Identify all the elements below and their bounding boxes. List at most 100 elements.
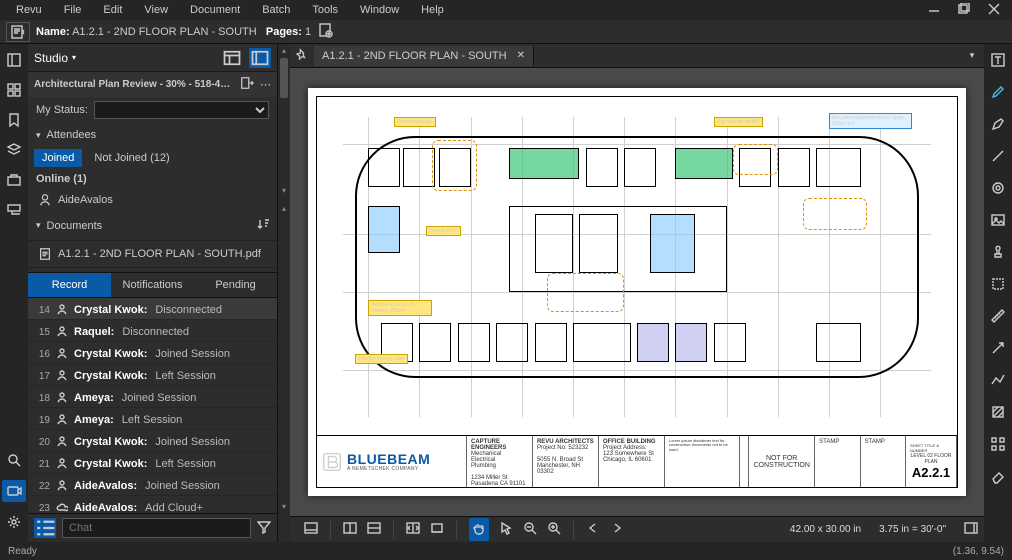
studio-dropdown[interactable]: Studio ▾ [34, 51, 76, 65]
rail-settings-icon[interactable] [4, 512, 24, 532]
record-list: 14Crystal Kwok:Disconnected 15Raquel:Dis… [28, 298, 277, 513]
select-tool-icon[interactable] [499, 521, 513, 538]
record-row[interactable]: 18Ameya:Joined Session [28, 386, 277, 408]
my-status-select[interactable] [94, 101, 269, 119]
document-tab[interactable]: A1.2.1 - 2ND FLOOR PLAN - SOUTH ✕ [314, 46, 534, 66]
callout-note[interactable]: Indicate location of Heating diffuser [368, 300, 432, 316]
markups-list-button[interactable] [34, 518, 56, 538]
rail-markup-icon[interactable] [4, 170, 24, 190]
menubar: Revu File Edit View Document Batch Tools… [6, 2, 454, 18]
menu-edit[interactable]: Edit [93, 2, 132, 18]
page-scale[interactable]: 3.75 in = 30'-0" [879, 524, 946, 535]
record-row[interactable]: 23AideAvalos:Add Cloud+ [28, 496, 277, 513]
pin-icon[interactable] [290, 48, 314, 63]
menu-document[interactable]: Document [180, 2, 250, 18]
panel-scrollbar[interactable]: ▴ ▾ ▴ ▾ [278, 44, 290, 542]
split-icon[interactable] [406, 521, 420, 538]
not-joined-tab[interactable]: Not Joined (12) [86, 149, 177, 167]
record-row[interactable]: 16Crystal Kwok:Joined Session [28, 342, 277, 364]
continuous-icon[interactable] [367, 521, 381, 538]
menu-batch[interactable]: Batch [252, 2, 300, 18]
callout-note[interactable]: Provide wall typ. [394, 117, 436, 127]
doc-row[interactable]: A1.2.1 - 2ND FLOOR PLAN - SOUTH.pdf [28, 240, 277, 268]
pan-tool-icon[interactable] [469, 518, 489, 541]
arrow-icon[interactable] [988, 338, 1008, 358]
single-page-icon[interactable] [343, 521, 357, 538]
tab-notifications[interactable]: Notifications [111, 273, 194, 297]
callout-note[interactable]: Add wall tile detail? [714, 117, 763, 127]
user-icon [56, 325, 68, 337]
callout-note[interactable]: Provide RCP [426, 226, 461, 236]
zoom-in-icon[interactable] [547, 521, 561, 538]
canvas[interactable]: Provide wall typ. Add wall tile detail? … [290, 68, 984, 516]
callout-note[interactable]: Are paint requirements for Open Office o… [829, 113, 912, 129]
documents-section[interactable]: ▾Documents [28, 211, 277, 240]
minimize-button[interactable] [928, 3, 940, 18]
record-row[interactable]: 15Raquel:Disconnected [28, 320, 277, 342]
rail-studio-icon[interactable] [2, 480, 26, 502]
page-dims: 42.00 x 30.00 in [790, 524, 861, 535]
user-icon [56, 347, 68, 359]
rail-links-icon[interactable] [4, 200, 24, 220]
callout-note[interactable]: Provide energy calcs [355, 354, 407, 364]
close-tab-icon[interactable]: ✕ [517, 50, 525, 61]
stamp-icon[interactable] [988, 242, 1008, 262]
line-icon[interactable] [988, 146, 1008, 166]
prev-page-icon[interactable] [586, 521, 600, 538]
leave-session-icon[interactable] [240, 76, 254, 93]
measure-icon[interactable] [988, 306, 1008, 326]
menu-revu[interactable]: Revu [6, 2, 52, 18]
joined-tab[interactable]: Joined [34, 149, 82, 167]
new-doc-button[interactable] [317, 22, 333, 41]
pen-icon[interactable] [988, 114, 1008, 134]
menu-tools[interactable]: Tools [302, 2, 348, 18]
tab-pending[interactable]: Pending [194, 273, 277, 297]
record-row[interactable]: 17Crystal Kwok:Left Session [28, 364, 277, 386]
user-icon [56, 303, 68, 315]
rail-panel-icon[interactable] [4, 50, 24, 70]
shape-icon[interactable] [988, 178, 1008, 198]
tab-record[interactable]: Record [28, 273, 111, 297]
fit-icon[interactable] [430, 521, 444, 538]
user-icon [56, 369, 68, 381]
filter-button[interactable] [257, 520, 271, 537]
crop-icon[interactable] [988, 274, 1008, 294]
maximize-button[interactable] [958, 3, 970, 18]
tabs-dropdown[interactable]: ▾ [960, 50, 984, 61]
status-left: Ready [8, 546, 37, 557]
rail-thumbs-icon[interactable] [4, 80, 24, 100]
studio-view1-icon[interactable] [221, 48, 243, 68]
rail-bookmark-icon[interactable] [4, 110, 24, 130]
sort-icon[interactable] [257, 217, 271, 234]
panel-bottom-icon[interactable] [304, 521, 318, 538]
eraser-icon[interactable] [988, 466, 1008, 486]
rail-search-icon[interactable] [4, 450, 24, 470]
hatch-icon[interactable] [988, 402, 1008, 422]
record-row[interactable]: 20Crystal Kwok:Joined Session [28, 430, 277, 452]
panel-right-icon[interactable] [964, 521, 978, 538]
highlighter-icon[interactable] [988, 82, 1008, 102]
record-row[interactable]: 14Crystal Kwok:Disconnected [28, 298, 277, 320]
user-row[interactable]: AideAvalos [28, 189, 277, 211]
menu-file[interactable]: File [54, 2, 92, 18]
record-row[interactable]: 21Crystal Kwok:Left Session [28, 452, 277, 474]
close-button[interactable] [988, 3, 1000, 18]
record-row[interactable]: 19Ameya:Left Session [28, 408, 277, 430]
menu-help[interactable]: Help [411, 2, 454, 18]
grid-icon[interactable] [988, 434, 1008, 454]
image-icon[interactable] [988, 210, 1008, 230]
polyline-icon[interactable] [988, 370, 1008, 390]
user-icon [56, 413, 68, 425]
next-page-icon[interactable] [610, 521, 624, 538]
menu-window[interactable]: Window [350, 2, 409, 18]
text-tool-icon[interactable] [988, 50, 1008, 70]
chat-input[interactable] [62, 518, 251, 538]
attendees-section[interactable]: ▾ Attendees [28, 123, 277, 147]
menu-view[interactable]: View [134, 2, 178, 18]
studio-view2-icon[interactable] [249, 48, 271, 68]
record-row[interactable]: 22AideAvalos:Joined Session [28, 474, 277, 496]
open-doc-button[interactable] [6, 22, 30, 42]
rail-layers-icon[interactable] [4, 140, 24, 160]
zoom-out-icon[interactable] [523, 521, 537, 538]
project-more-icon[interactable]: ⋯ [260, 78, 271, 91]
